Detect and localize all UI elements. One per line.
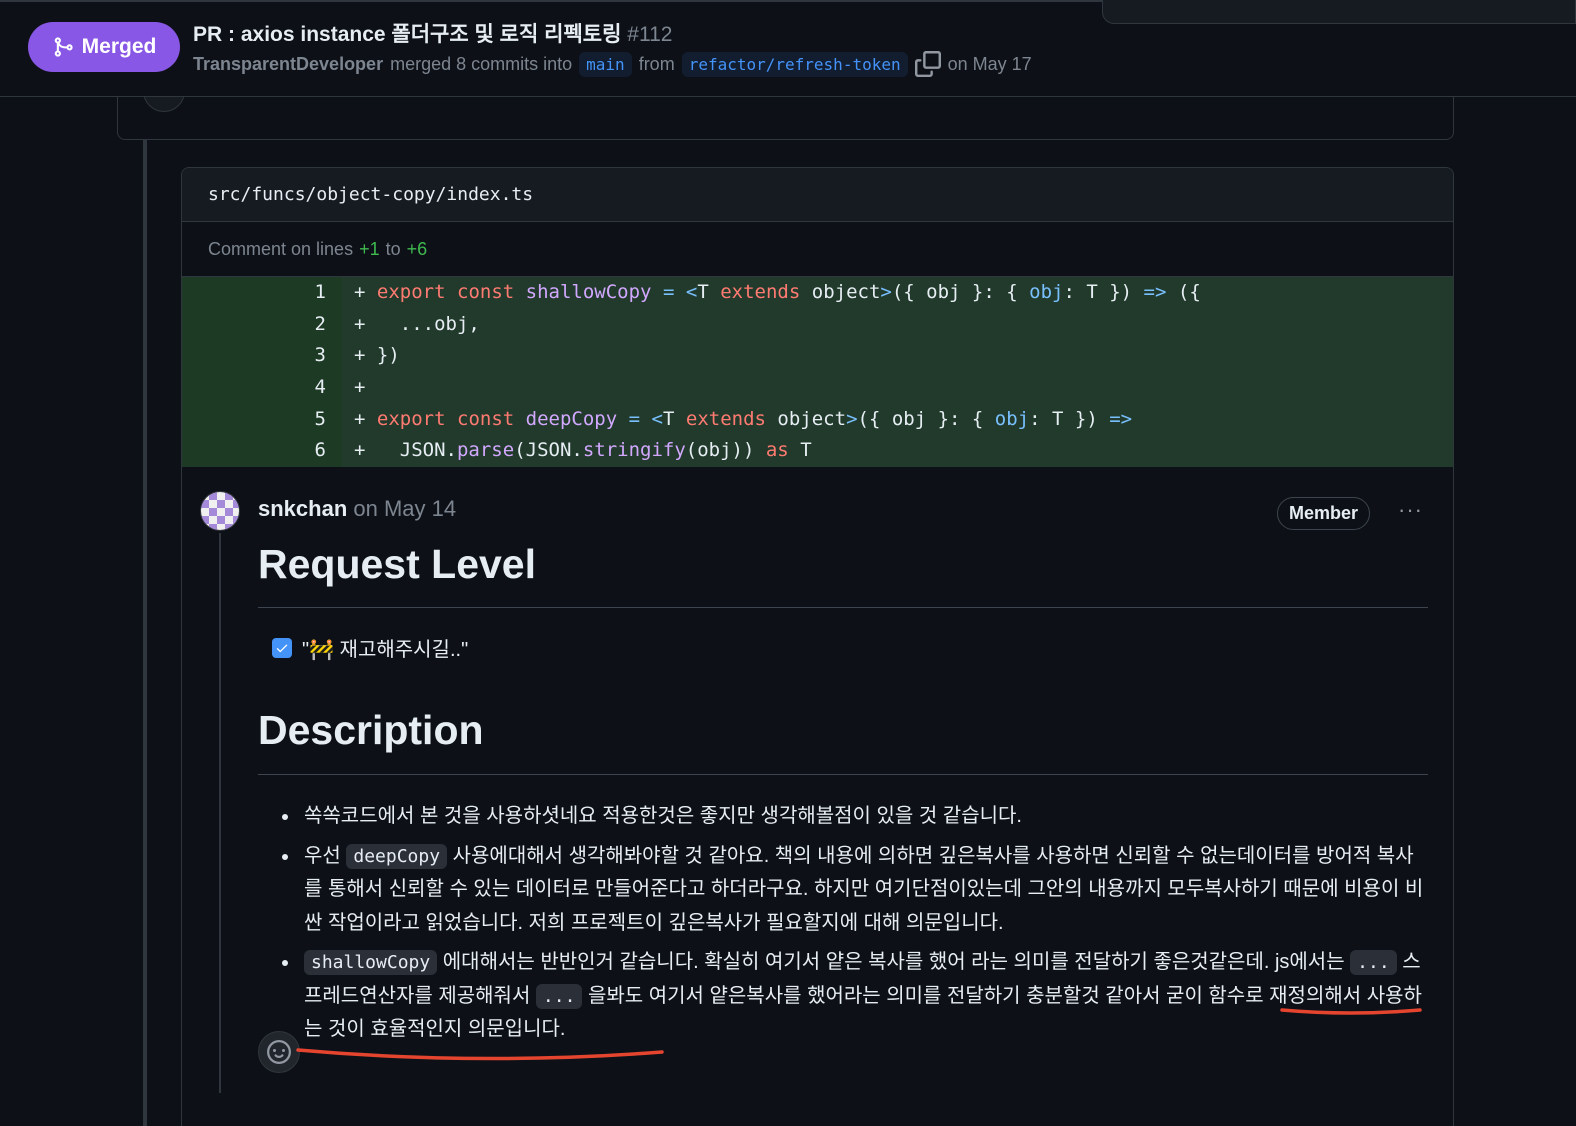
pr-meta: TransparentDeveloper merged 8 commits in… — [193, 51, 1032, 77]
checkbox-checked[interactable] — [272, 637, 292, 658]
timeline-line — [143, 140, 147, 1126]
pr-sticky-header: Merged PR : axios instance 폴더구조 및 로직 리펙토… — [0, 0, 1576, 97]
line-number[interactable]: 1 — [182, 277, 342, 309]
diff-code-block: 1 + export const shallowCopy = <T extend… — [182, 277, 1453, 468]
check-icon — [276, 644, 288, 652]
git-merge-icon — [54, 37, 73, 57]
heading-request-level: Request Level — [258, 541, 536, 588]
merge-date: on May 17 — [947, 53, 1032, 74]
line-number[interactable]: 4 — [182, 372, 342, 404]
code-line: + ...obj, — [342, 308, 1453, 341]
code-line: + JSON.parse(JSON.stringify(obj)) as T — [342, 435, 1453, 468]
line-number[interactable]: 2 — [182, 308, 342, 341]
from-text: from — [638, 53, 675, 74]
line-start: +1 — [359, 238, 380, 259]
list-item: shallowCopy 에대해서는 반반인거 같습니다. 확실히 여기서 얕은 … — [282, 946, 1427, 1047]
avatar[interactable] — [200, 491, 240, 532]
line-number[interactable]: 6 — [182, 435, 342, 468]
pr-author-link[interactable]: TransparentDeveloper — [193, 54, 383, 75]
inline-code: deepCopy — [346, 843, 448, 869]
inline-code: ... — [535, 983, 583, 1009]
copy-icon[interactable] — [914, 51, 941, 77]
inline-code: shallowCopy — [304, 950, 438, 975]
comment-date[interactable]: on May 14 — [353, 496, 456, 521]
code-line: + — [342, 372, 1453, 404]
code-line: + }) — [342, 340, 1453, 373]
list-item: 쏙쏙코드에서 본 것을 사용하셧네요 적용한것은 좋지만 생각해볼점이 있을 것… — [282, 800, 1427, 834]
file-path[interactable]: src/funcs/object-copy/index.ts — [208, 184, 533, 205]
heading-divider — [258, 774, 1428, 776]
diff-line: 1 + export const shallowCopy = <T extend… — [182, 277, 1453, 309]
line-end: +6 — [406, 238, 428, 259]
more-options-icon[interactable]: ··· — [1398, 497, 1423, 523]
description-bullet-list: 쏙쏙코드에서 본 것을 사용하셧네요 적용한것은 좋지만 생각해볼점이 있을 것… — [282, 800, 1427, 1053]
base-branch[interactable]: main — [579, 51, 632, 77]
line-number[interactable]: 5 — [182, 403, 342, 436]
code-line: + export const shallowCopy = <T extends … — [342, 277, 1453, 309]
diff-line: 5 + export const deepCopy = <T extends o… — [182, 403, 1453, 436]
diff-line: 3 + }) — [182, 340, 1453, 373]
head-branch[interactable]: refactor/refresh-token — [681, 51, 908, 77]
diff-line: 2 + ...obj, — [182, 308, 1453, 341]
comment-lines-caption: Comment on lines +1 to +6 — [182, 222, 1453, 277]
inline-code: ... — [1350, 950, 1397, 975]
line-number[interactable]: 3 — [182, 340, 342, 373]
merged-status-badge: Merged — [28, 22, 180, 72]
pr-title-text: PR : axios instance 폴더구조 및 로직 리펙토링 — [193, 23, 622, 46]
task-label: "🚧 재고해주시길.." — [302, 639, 469, 662]
diff-line: 4 + — [182, 372, 1453, 404]
to-text: to — [385, 238, 401, 259]
member-badge: Member — [1277, 497, 1371, 531]
code-line: + export const deepCopy = <T extends obj… — [342, 403, 1453, 436]
identicon-icon — [201, 492, 239, 531]
comment-author-link[interactable]: snkchan — [258, 496, 347, 521]
heading-divider — [258, 607, 1428, 609]
task-list-item: "🚧 재고해주시길.." — [272, 633, 468, 662]
merged-commits-text: merged 8 commits into — [390, 53, 573, 74]
heading-description: Description — [258, 707, 484, 754]
merged-label: Merged — [81, 35, 157, 58]
diff-line: 6 + JSON.parse(JSON.stringify(obj)) as T — [182, 435, 1453, 468]
comment-thread-line — [219, 533, 221, 1094]
list-item: 우선 deepCopy 사용에대해서 생각해봐야할 것 같아요. 책의 내용에 … — [282, 840, 1427, 941]
comment-header: snkchan on May 14 — [258, 496, 456, 522]
pr-number: #112 — [627, 23, 673, 46]
popover-edge — [1102, 0, 1576, 24]
comment-on-lines-text: Comment on lines — [208, 238, 354, 259]
pr-title: PR : axios instance 폴더구조 및 로직 리펙토링 #112 — [193, 18, 672, 48]
file-path-header: src/funcs/object-copy/index.ts — [182, 168, 1453, 222]
